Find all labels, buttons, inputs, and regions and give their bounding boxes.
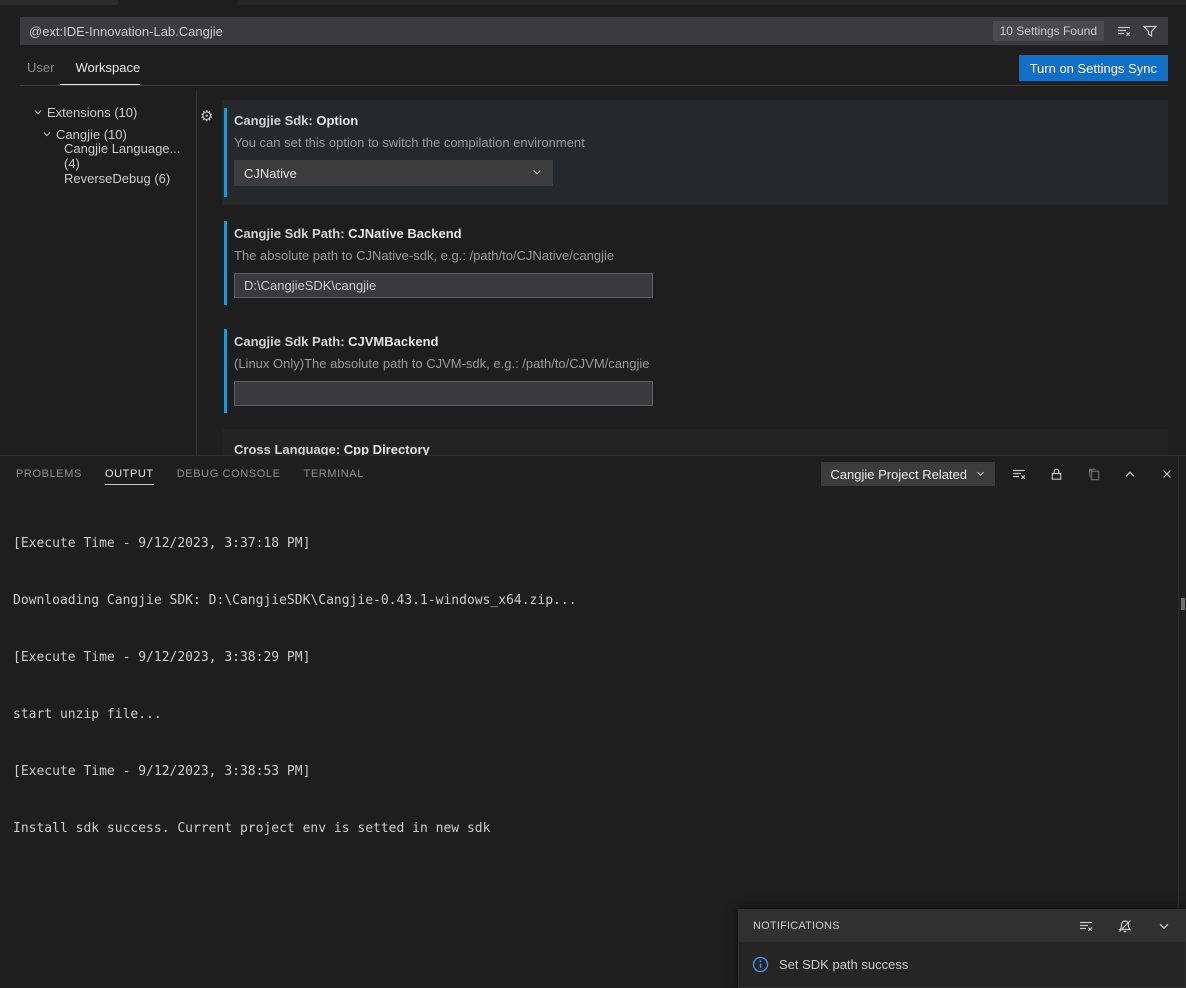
output-line: start unzip file...	[13, 705, 1186, 724]
cjvm-sdk-path-input[interactable]	[234, 381, 653, 406]
settings-body: Extensions (10) Cangjie (10) Cangjie Lan…	[0, 90, 1186, 455]
setting-description: You can set this option to switch the co…	[234, 135, 1156, 150]
setting-title-prefix: Cangjie Sdk Path:	[234, 334, 348, 349]
toc-item-label: ReverseDebug (6)	[64, 171, 170, 186]
chevron-down-icon[interactable]	[39, 129, 55, 139]
panel-actions: Cangjie Project Related	[821, 456, 1177, 492]
setting-row-sdk-option[interactable]: Cangjie Sdk: Option You can set this opt…	[222, 100, 1168, 205]
clear-search-filters-icon[interactable]	[1114, 21, 1134, 41]
setting-title: Cangjie Sdk Path: CJVMBackend	[234, 334, 1156, 349]
settings-search-input[interactable]	[29, 24, 993, 39]
toc-item-cangjie-language[interactable]: Cangjie Language... (4)	[0, 145, 196, 167]
chevron-down-icon	[975, 467, 986, 482]
setting-description: The absolute path to CJNative-sdk, e.g.:…	[234, 248, 1156, 263]
clear-all-notifications-icon[interactable]	[1076, 916, 1096, 936]
panel-tab-output[interactable]: OUTPUT	[105, 462, 154, 486]
panel-header: PROBLEMS OUTPUT DEBUG CONSOLE TERMINAL C…	[0, 456, 1186, 492]
modified-setting-indicator	[224, 221, 227, 305]
output-line: Install sdk success. Current project env…	[13, 819, 1186, 838]
header-divider	[20, 85, 1168, 86]
notification-item[interactable]: Set SDK path success	[739, 942, 1185, 987]
panel-tab-debug-console[interactable]: DEBUG CONSOLE	[177, 462, 281, 486]
collapse-notifications-chevron-down-icon[interactable]	[1154, 916, 1174, 936]
setting-title-label: Option	[316, 113, 358, 128]
setting-title: Cangjie Sdk: Option	[234, 113, 1156, 128]
setting-row-cjvm-path[interactable]: Cangjie Sdk Path: CJVMBackend (Linux Onl…	[222, 321, 1168, 421]
scope-tab-user[interactable]: User	[27, 60, 54, 75]
chevron-down-icon	[531, 166, 543, 181]
setting-title-prefix: Cross Language:	[234, 442, 344, 455]
active-editor-tab-sliver	[118, 0, 237, 5]
setting-title-label: CJNative Backend	[348, 226, 461, 241]
modified-setting-indicator	[224, 329, 227, 413]
output-line: [Execute Time - 9/12/2023, 3:37:18 PM]	[13, 534, 1186, 553]
maximize-panel-icon[interactable]	[1120, 464, 1140, 484]
toc-item-label: Extensions (10)	[47, 105, 137, 120]
filter-settings-icon[interactable]	[1140, 21, 1160, 41]
turn-on-settings-sync-button[interactable]: Turn on Settings Sync	[1019, 55, 1168, 81]
open-output-in-editor-icon[interactable]	[1083, 464, 1103, 484]
notifications-center: NOTIFICATIONS	[738, 909, 1186, 988]
gear-icon[interactable]: ⚙	[200, 109, 213, 124]
panel-tab-problems[interactable]: PROBLEMS	[16, 462, 82, 486]
setting-title-prefix: Cangjie Sdk Path:	[234, 226, 348, 241]
notification-message: Set SDK path success	[779, 957, 908, 972]
editor-tabbar-sliver	[0, 0, 1186, 5]
sdk-option-selected-value: CJNative	[244, 166, 297, 181]
notifications-title: NOTIFICATIONS	[753, 920, 840, 932]
setting-title-label: Cpp Directory	[344, 442, 430, 455]
setting-description: (Linux Only)The absolute path to CJVM-sd…	[234, 356, 1156, 371]
toc-item-label: Cangjie Language... (4)	[64, 141, 196, 171]
toc-item-extensions[interactable]: Extensions (10)	[0, 101, 196, 123]
output-log[interactable]: [Execute Time - 9/12/2023, 3:37:18 PM] D…	[0, 492, 1186, 876]
panel-tabs: PROBLEMS OUTPUT DEBUG CONSOLE TERMINAL	[16, 462, 364, 486]
setting-title: Cross Language: Cpp Directory	[234, 442, 1156, 455]
panel-tab-terminal[interactable]: TERMINAL	[304, 462, 364, 486]
inactive-editor-tab-sliver	[0, 0, 118, 5]
setting-row-cpp-directory[interactable]: Cross Language: Cpp Directory	[222, 429, 1168, 455]
toc-splitter[interactable]	[196, 90, 197, 455]
output-line: [Execute Time - 9/12/2023, 3:38:53 PM]	[13, 762, 1186, 781]
settings-toc-tree: Extensions (10) Cangjie (10) Cangjie Lan…	[0, 101, 196, 189]
output-line: [Execute Time - 9/12/2023, 3:38:29 PM]	[13, 648, 1186, 667]
cjnative-sdk-path-input[interactable]	[234, 273, 653, 298]
settings-search-box[interactable]: 10 Settings Found	[20, 17, 1168, 45]
toc-item-reversedebug[interactable]: ReverseDebug (6)	[0, 167, 196, 189]
setting-title-prefix: Cangjie Sdk:	[234, 113, 316, 128]
clear-output-icon[interactable]	[1009, 464, 1029, 484]
setting-title: Cangjie Sdk Path: CJNative Backend	[234, 226, 1156, 241]
setting-title-label: CJVMBackend	[348, 334, 438, 349]
chevron-down-icon[interactable]	[30, 107, 46, 117]
do-not-disturb-bell-slash-icon[interactable]	[1115, 916, 1135, 936]
close-panel-icon[interactable]	[1157, 464, 1177, 484]
settings-editor-window: 10 Settings Found User Workspace Turn on…	[0, 0, 1186, 988]
active-scope-tab-indicator	[60, 84, 140, 85]
output-channel-value: Cangjie Project Related	[830, 467, 967, 482]
notifications-actions	[1076, 916, 1174, 936]
panel-scrollbar-handle[interactable]	[1181, 598, 1185, 610]
sdk-option-select[interactable]: CJNative	[234, 160, 553, 186]
toc-item-label: Cangjie (10)	[56, 127, 127, 142]
output-line: Downloading Cangjie SDK: D:\CangjieSDK\C…	[13, 591, 1186, 610]
notifications-header: NOTIFICATIONS	[739, 910, 1185, 942]
output-channel-select[interactable]: Cangjie Project Related	[821, 462, 995, 486]
settings-count-badge: 10 Settings Found	[993, 21, 1104, 41]
lock-autoscroll-icon[interactable]	[1046, 464, 1066, 484]
scope-tab-workspace[interactable]: Workspace	[75, 60, 140, 75]
settings-scope-tabs: User Workspace	[27, 60, 140, 75]
setting-row-cjnative-path[interactable]: Cangjie Sdk Path: CJNative Backend The a…	[222, 213, 1168, 313]
modified-setting-indicator	[224, 108, 227, 197]
settings-list: Cangjie Sdk: Option You can set this opt…	[222, 100, 1168, 455]
info-icon	[752, 956, 769, 973]
